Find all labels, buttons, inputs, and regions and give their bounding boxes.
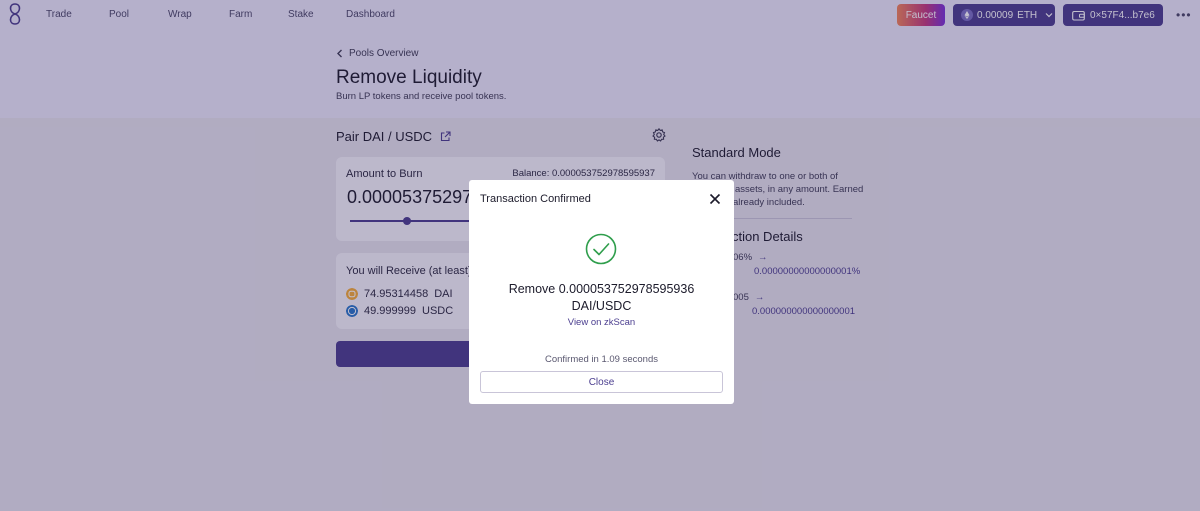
close-icon[interactable] (709, 193, 721, 205)
confirmed-time: Confirmed in 1.09 seconds (544, 354, 658, 365)
modal-title: Transaction Confirmed (480, 193, 591, 205)
success-check-icon (585, 233, 617, 265)
view-on-zkscan-link[interactable]: View on zkScan (469, 317, 734, 328)
transaction-confirmed-modal: Transaction Confirmed Remove 0.000053752… (469, 180, 734, 404)
modal-message-pair: DAI/USDC (571, 299, 632, 313)
close-button[interactable]: Close (480, 371, 723, 393)
modal-message: Remove 0.000053752978595936 (508, 282, 695, 296)
close-button-label: Close (588, 376, 615, 388)
